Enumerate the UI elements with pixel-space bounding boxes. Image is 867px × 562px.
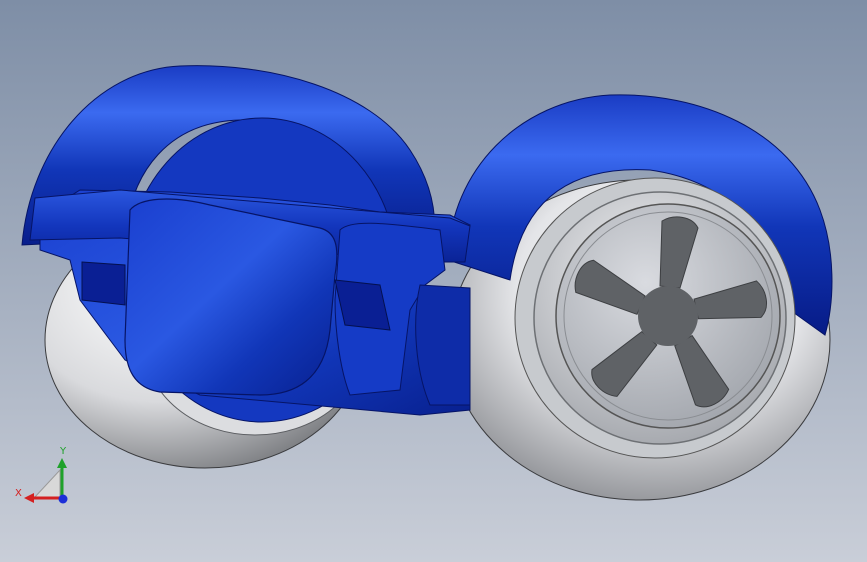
y-axis-label: Y: [59, 446, 67, 457]
graphics-viewport[interactable]: Y X: [0, 0, 867, 562]
left-light-slot: [81, 261, 126, 306]
3d-model-scene[interactable]: Y X: [0, 0, 867, 562]
z-axis-dot: [58, 494, 68, 504]
left-foot-pad: [124, 198, 338, 396]
hub-center: [638, 286, 698, 346]
axle-housing: [415, 284, 471, 406]
x-axis-label: X: [15, 488, 22, 499]
